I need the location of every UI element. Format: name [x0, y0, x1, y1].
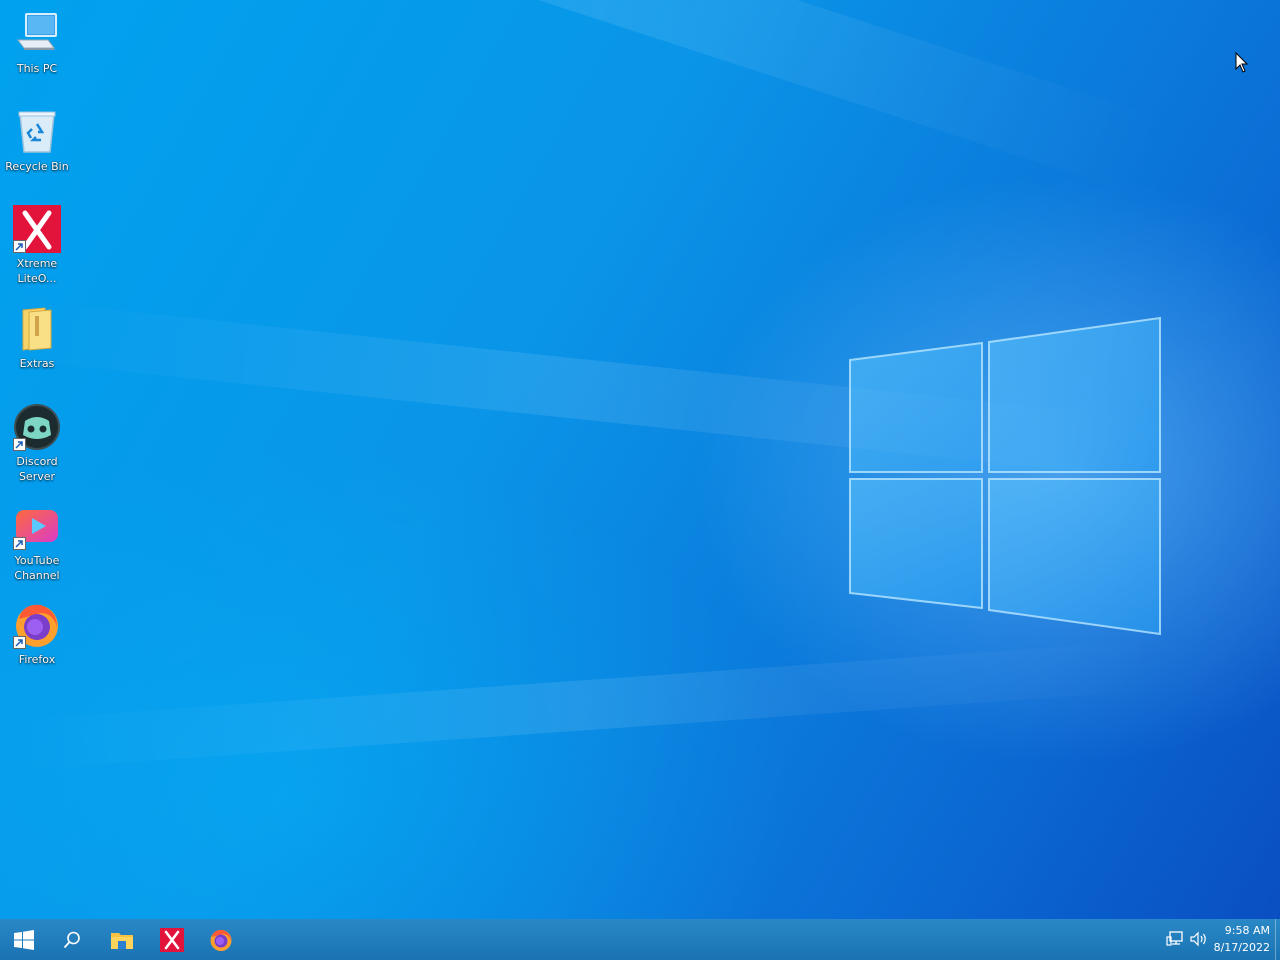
- desktop-icon-youtube-channel[interactable]: YouTube Channel: [2, 502, 72, 583]
- computer-icon: [13, 10, 61, 58]
- desktop-icon-discord-server[interactable]: Discord Server: [2, 403, 72, 484]
- shortcut-arrow-icon: [13, 537, 26, 550]
- desktop-icon-recycle-bin[interactable]: Recycle Bin: [2, 108, 72, 174]
- windows-logo-wallpaper: [849, 316, 1161, 636]
- firefox-taskbar-button[interactable]: [197, 919, 245, 960]
- recycle-bin-icon: [13, 108, 61, 156]
- taskbar: 9:58 AM 8/17/2022: [0, 919, 1280, 960]
- file-explorer-icon: [111, 932, 133, 949]
- desktop-icon-label: Recycle Bin: [5, 160, 69, 173]
- start-windows-icon: [14, 929, 34, 950]
- clock-button[interactable]: 9:58 AM 8/17/2022: [1214, 922, 1270, 956]
- show-desktop-button[interactable]: [1275, 919, 1280, 960]
- firefox-icon: [210, 929, 232, 951]
- folder-icon: [13, 305, 61, 353]
- clock-time: 9:58 AM: [1224, 924, 1270, 937]
- desktop-icon-label: Firefox: [18, 653, 56, 666]
- file-explorer-button[interactable]: [98, 919, 146, 960]
- desktop-background[interactable]: This PC Recycle Bin Xtreme LiteO... Extr…: [0, 0, 1280, 919]
- shortcut-arrow-icon: [13, 438, 26, 451]
- desktop-icon-xtreme-liteos[interactable]: Xtreme LiteO...: [2, 205, 72, 286]
- volume-tray-button[interactable]: [1190, 930, 1208, 948]
- desktop-icon-label: Discord Server: [16, 455, 58, 483]
- xtreme-taskbar-button[interactable]: [148, 919, 196, 960]
- mouse-cursor-icon: [1235, 52, 1249, 73]
- search-icon: [63, 931, 80, 948]
- clock-date: 8/17/2022: [1213, 941, 1270, 954]
- desktop-icon-label: Extras: [19, 357, 55, 370]
- firefox-icon: [13, 601, 61, 649]
- youtube-icon: [13, 502, 61, 550]
- search-button[interactable]: [48, 919, 96, 960]
- desktop-icon-label: YouTube Channel: [14, 554, 60, 582]
- volume-icon: [1190, 931, 1206, 947]
- xtreme-x-icon: [13, 205, 61, 253]
- network-tray-button[interactable]: [1166, 930, 1184, 948]
- shortcut-arrow-icon: [13, 240, 26, 253]
- desktop-icon-label: This PC: [16, 62, 58, 75]
- desktop-icon-label: Xtreme LiteO...: [16, 257, 58, 285]
- start-button[interactable]: [0, 919, 48, 960]
- light-beam: [1, 640, 1162, 771]
- desktop-icon-extras[interactable]: Extras: [2, 305, 72, 371]
- light-beam: [44, 0, 1173, 199]
- desktop-icon-firefox[interactable]: Firefox: [2, 601, 72, 667]
- shortcut-arrow-icon: [13, 636, 26, 649]
- discord-icon: [13, 403, 61, 451]
- network-icon: [1166, 931, 1183, 946]
- desktop-icon-this-pc[interactable]: This PC: [2, 10, 72, 76]
- xtreme-x-icon: [160, 927, 184, 952]
